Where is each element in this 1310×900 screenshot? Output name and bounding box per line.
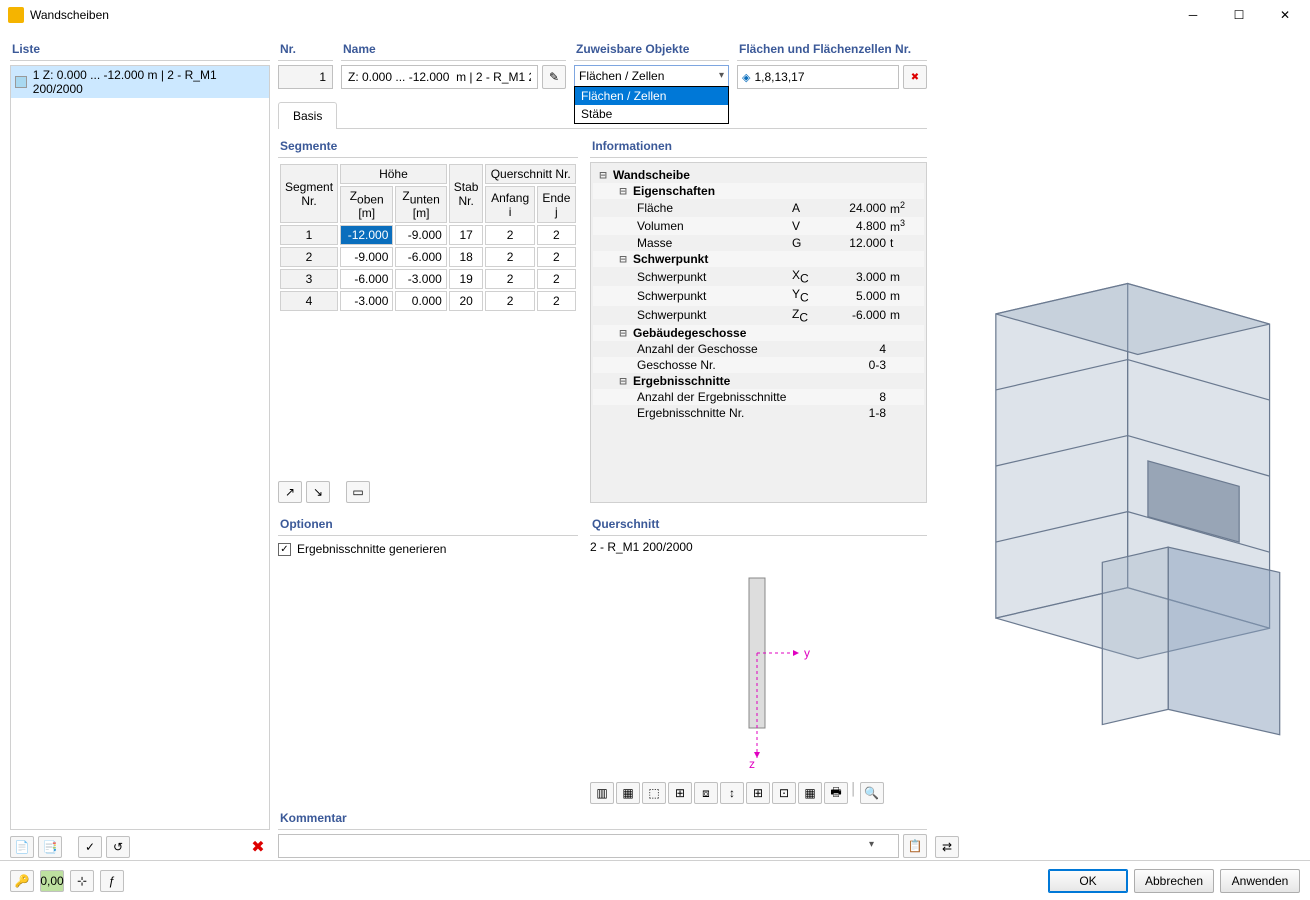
footer-coords-button[interactable]: ⊹ — [70, 870, 94, 892]
th-zunten: Zunten [m] — [395, 186, 446, 223]
th-stabnr: StabNr. — [449, 164, 484, 223]
cs-tool-2[interactable]: ▦ — [616, 782, 640, 804]
edit-name-button[interactable]: ✎ — [542, 65, 566, 89]
layers-icon: ◈ — [742, 71, 750, 84]
3d-switch-button[interactable]: ⇄ — [935, 836, 959, 858]
cs-tool-print[interactable]: 🖶 — [824, 782, 848, 804]
assign-option[interactable]: Flächen / Zellen — [575, 87, 728, 105]
surfaces-title: Flächen und Flächenzellen Nr. — [737, 38, 927, 61]
cs-tool-6[interactable]: ↕ — [720, 782, 744, 804]
titlebar: Wandscheiben ─ ☐ ✕ — [0, 0, 1310, 30]
th-hoehe: Höhe — [340, 164, 447, 184]
surfaces-input[interactable]: ◈ 1,8,13,17 — [737, 65, 899, 89]
info-title: Informationen — [590, 135, 927, 158]
footer-help-button[interactable]: 🔑 — [10, 870, 34, 892]
th-segnr: SegmentNr. — [280, 164, 338, 223]
name-input[interactable] — [341, 65, 538, 89]
cs-tool-5[interactable]: ⧈ — [694, 782, 718, 804]
checkbox-icon: ✓ — [278, 543, 291, 556]
close-button[interactable]: ✕ — [1262, 1, 1308, 29]
th-zoben: Zoben [m] — [340, 186, 393, 223]
name-title: Name — [341, 38, 566, 61]
segments-table[interactable]: SegmentNr. Höhe StabNr. Querschnitt Nr. … — [278, 162, 578, 313]
table-row[interactable]: 3-6.000-3.0001922 — [280, 269, 576, 289]
ok-button[interactable]: OK — [1048, 869, 1128, 893]
footer-units-button[interactable]: 0,00 — [40, 870, 64, 892]
svg-text:z: z — [749, 757, 755, 771]
assign-title: Zuweisbare Objekte — [574, 38, 729, 61]
check2-button[interactable]: ↺ — [106, 836, 130, 858]
seg-edit-button[interactable]: ▭ — [346, 481, 370, 503]
cs-tool-3[interactable]: ⬚ — [642, 782, 666, 804]
assign-select[interactable]: Flächen / Zellen ▾ Flächen / Zellen Stäb… — [574, 65, 729, 87]
nr-title: Nr. — [278, 38, 333, 61]
3d-viewport[interactable] — [935, 100, 1300, 832]
nr-value: 1 — [278, 65, 333, 89]
cancel-button[interactable]: Abbrechen — [1134, 869, 1214, 893]
item-icon — [15, 76, 27, 88]
th-qnr: Querschnitt Nr. — [485, 164, 576, 184]
comment-library-button[interactable]: 📋 — [903, 834, 927, 858]
comment-title: Kommentar — [278, 807, 927, 830]
cs-tool-7[interactable]: ⊞ — [746, 782, 770, 804]
apply-button[interactable]: Anwenden — [1220, 869, 1300, 893]
segments-title: Segmente — [278, 135, 578, 158]
svg-text:y: y — [804, 646, 810, 660]
delete-button[interactable]: ✖ — [246, 836, 270, 858]
seg-remove-button[interactable]: ↘ — [306, 481, 330, 503]
maximize-button[interactable]: ☐ — [1216, 1, 1262, 29]
footer-script-button[interactable]: ƒ — [100, 870, 124, 892]
info-tree[interactable]: ⊟Wandscheibe ⊟Eigenschaften FlächeA24.00… — [590, 162, 927, 503]
cs-tool-find[interactable]: 🔍 — [860, 782, 884, 804]
new-button[interactable]: 📄 — [10, 836, 34, 858]
table-row[interactable]: 4-3.0000.0002022 — [280, 291, 576, 311]
cross-label: 2 - R_M1 200/2000 — [590, 540, 927, 554]
comment-input[interactable]: ▾ — [278, 834, 899, 858]
list-item-label: 1 Z: 0.000 ... -12.000 m | 2 - R_M1 200/… — [33, 68, 265, 96]
assign-dropdown: Flächen / Zellen Stäbe — [574, 86, 729, 124]
app-icon — [8, 7, 24, 23]
chevron-down-icon: ▾ — [869, 839, 874, 850]
list-title: Liste — [10, 38, 270, 61]
cs-tool-grid[interactable]: ▦ — [798, 782, 822, 804]
th-anfang: Anfang i — [485, 186, 534, 223]
tab-basis[interactable]: Basis — [278, 102, 337, 129]
minimize-button[interactable]: ─ — [1170, 1, 1216, 29]
copy-button[interactable]: 📑 — [38, 836, 62, 858]
th-ende: Ende j — [537, 186, 576, 223]
seg-add-button[interactable]: ↗ — [278, 481, 302, 503]
pick-surfaces-button[interactable]: ✖ — [903, 65, 927, 89]
assign-option[interactable]: Stäbe — [575, 105, 728, 123]
window-title: Wandscheiben — [30, 8, 1170, 22]
options-title: Optionen — [278, 513, 578, 536]
cross-section-preview: y z — [590, 558, 927, 778]
option-generate-check[interactable]: ✓ Ergebnisschnitte generieren — [278, 542, 578, 556]
cs-tool-1[interactable]: ▥ — [590, 782, 614, 804]
cross-title: Querschnitt — [590, 513, 927, 536]
list-item[interactable]: 1 Z: 0.000 ... -12.000 m | 2 - R_M1 200/… — [11, 66, 269, 98]
table-row[interactable]: 2-9.000-6.0001822 — [280, 247, 576, 267]
chevron-down-icon: ▾ — [719, 70, 724, 81]
table-row[interactable]: 1-12.000-9.0001722 — [280, 225, 576, 245]
check-button[interactable]: ✓ — [78, 836, 102, 858]
cs-tool-4[interactable]: ⊞ — [668, 782, 692, 804]
cs-tool-8[interactable]: ⊡ — [772, 782, 796, 804]
list-box[interactable]: 1 Z: 0.000 ... -12.000 m | 2 - R_M1 200/… — [10, 65, 270, 830]
